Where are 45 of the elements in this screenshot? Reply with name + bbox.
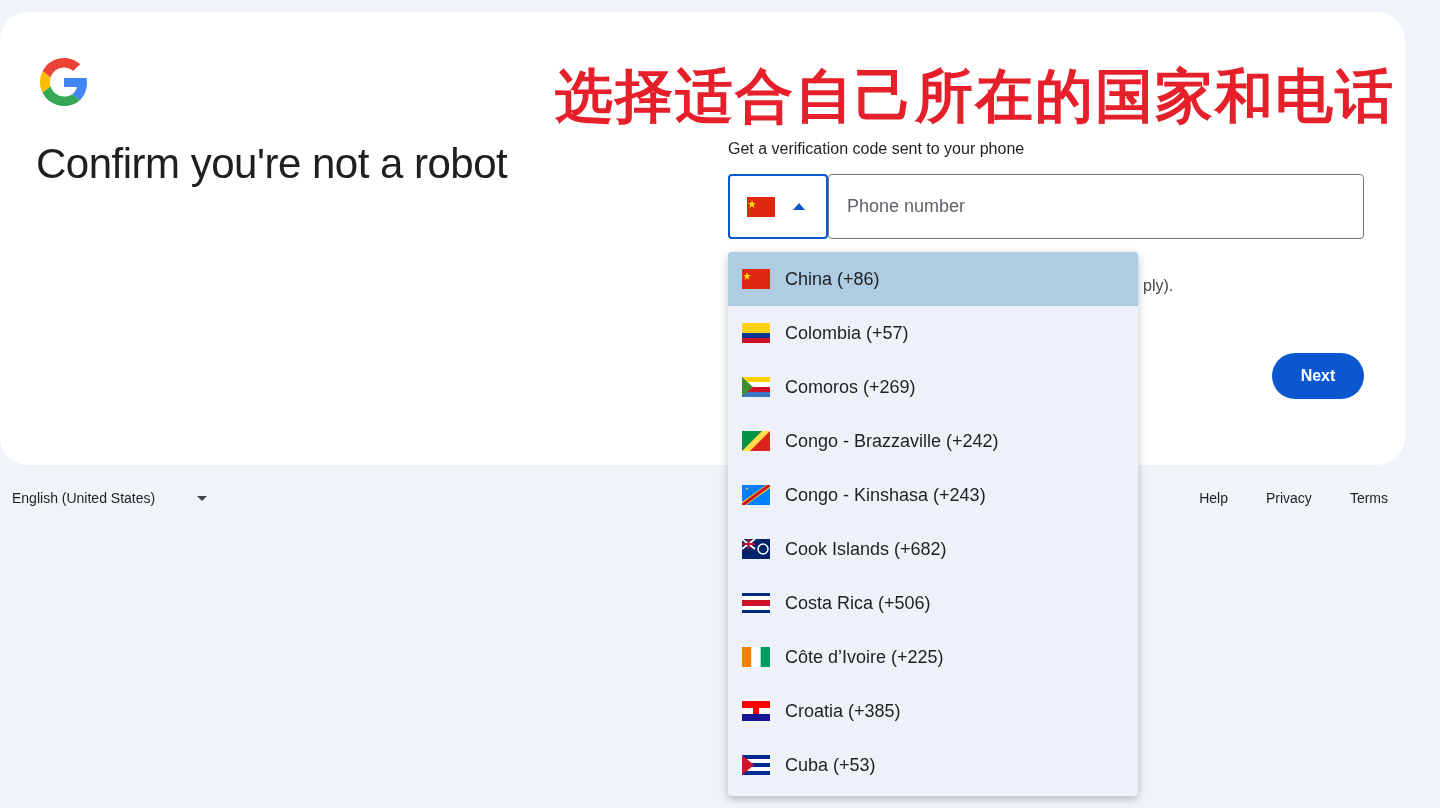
country-option[interactable]: China (+86) xyxy=(728,252,1138,306)
caret-icon xyxy=(793,203,805,210)
flag-icon xyxy=(742,377,770,397)
flag-icon xyxy=(742,701,770,721)
flag-icon xyxy=(742,593,770,613)
country-label: Comoros (+269) xyxy=(785,376,916,398)
country-option[interactable]: Cook Islands (+682) xyxy=(728,522,1138,576)
country-option[interactable]: Congo - Brazzaville (+242) xyxy=(728,414,1138,468)
flag-icon xyxy=(742,539,770,559)
country-option[interactable]: Cuba (+53) xyxy=(728,738,1138,792)
note-text: ply). xyxy=(1143,277,1174,294)
flag-icon xyxy=(742,323,770,343)
annotation-caption: 选择适合自己所在的国家和电话 xyxy=(555,61,1395,132)
country-option[interactable]: Comoros (+269) xyxy=(728,360,1138,414)
country-label: Cuba (+53) xyxy=(785,754,876,776)
country-label: Congo - Brazzaville (+242) xyxy=(785,430,999,452)
country-label: Côte d’Ivoire (+225) xyxy=(785,646,944,668)
country-option[interactable]: Colombia (+57) xyxy=(728,306,1138,360)
google-logo xyxy=(40,58,88,106)
country-label: Cook Islands (+682) xyxy=(785,538,947,560)
phone-number-field[interactable]: Phone number xyxy=(828,174,1364,239)
country-label: Croatia (+385) xyxy=(785,700,901,722)
flag-icon xyxy=(747,196,775,217)
country-label: Colombia (+57) xyxy=(785,322,909,344)
flag-icon xyxy=(742,431,770,451)
country-label: Congo - Kinshasa (+243) xyxy=(785,484,986,506)
flag-icon xyxy=(742,647,770,667)
flag-icon xyxy=(742,269,770,289)
country-label: China (+86) xyxy=(785,268,880,290)
country-option[interactable]: Croatia (+385) xyxy=(728,684,1138,738)
language-select[interactable]: English (United States) xyxy=(12,490,208,506)
flag-icon xyxy=(742,755,770,775)
country-option[interactable]: Costa Rica (+506) xyxy=(728,576,1138,630)
page-heading: Confirm you're not a robot xyxy=(36,140,509,188)
country-option[interactable]: Congo - Kinshasa (+243) xyxy=(728,468,1138,522)
footer-link[interactable]: Privacy xyxy=(1265,490,1312,506)
next-button[interactable]: Next xyxy=(1272,353,1364,399)
footer-link[interactable]: Help xyxy=(1199,490,1228,506)
phone-prompt: Get a verification code sent to your phone xyxy=(728,140,1026,158)
country-option[interactable]: Côte d’Ivoire (+225) xyxy=(728,630,1138,684)
footer-link[interactable]: Terms xyxy=(1349,490,1388,506)
flag-icon xyxy=(742,485,770,505)
country-label: Costa Rica (+506) xyxy=(785,592,931,614)
caret-icon xyxy=(197,495,208,501)
country-select[interactable] xyxy=(728,174,828,239)
